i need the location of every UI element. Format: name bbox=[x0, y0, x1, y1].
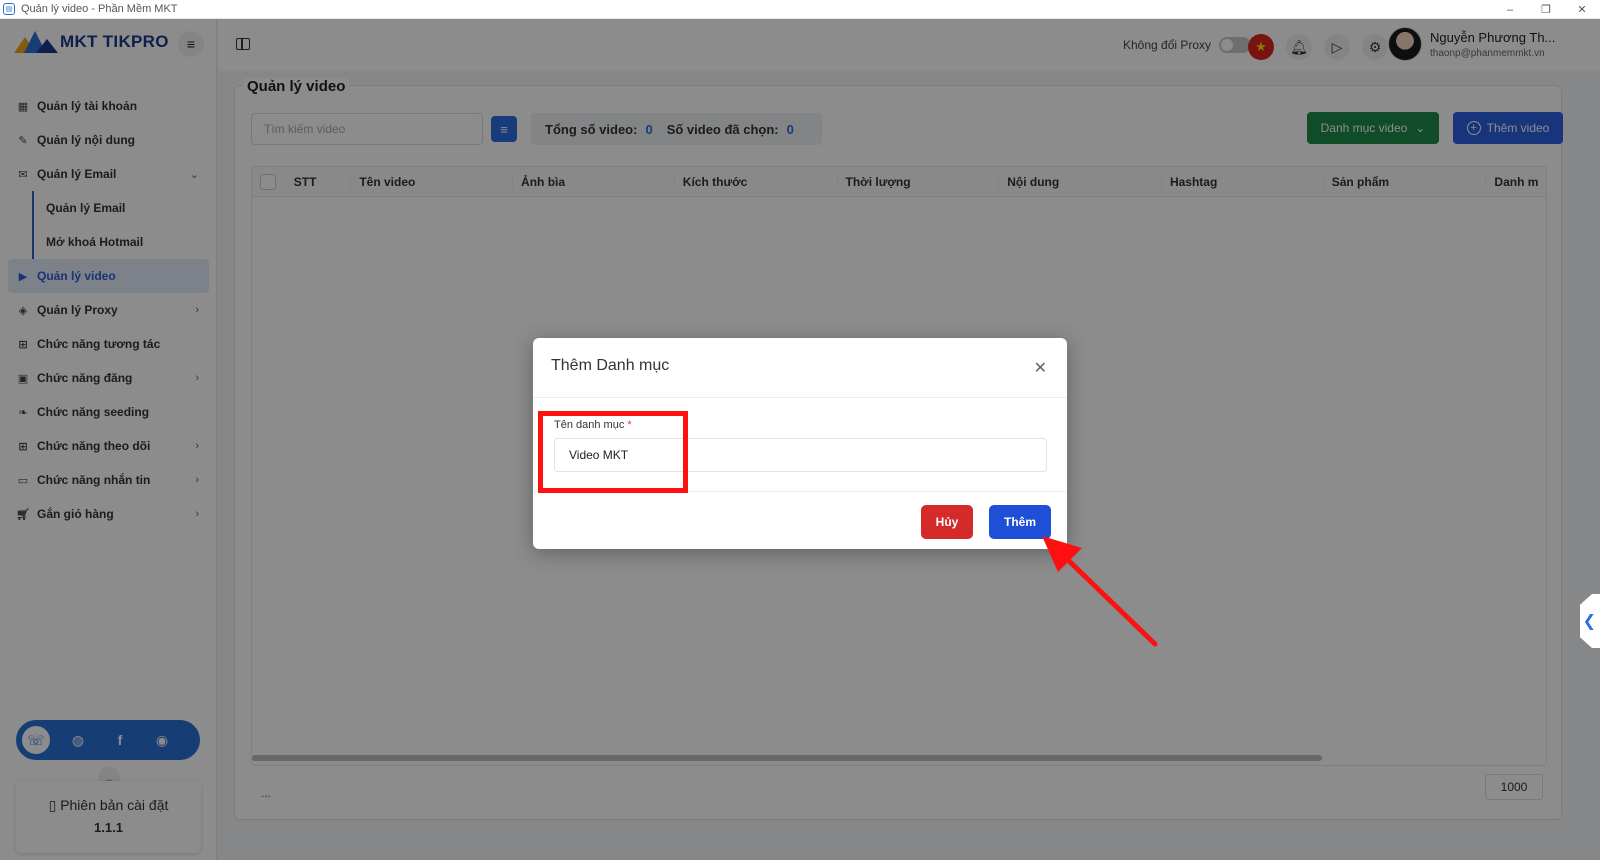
modal-title: Thêm Danh mục bbox=[551, 357, 670, 374]
app-icon: ▤ bbox=[3, 3, 15, 15]
window-controls: – ❐ ✕ bbox=[1492, 0, 1600, 19]
chevron-left-icon: ❮ bbox=[1582, 613, 1596, 630]
window-titlebar: ▤ Quản lý video - Phần Mềm MKT – ❐ ✕ bbox=[0, 0, 1600, 19]
minimize-button[interactable]: – bbox=[1492, 0, 1528, 19]
close-window-button[interactable]: ✕ bbox=[1564, 0, 1600, 19]
modal-divider bbox=[533, 397, 1067, 398]
cancel-button[interactable]: Hủy bbox=[921, 505, 973, 539]
restore-button[interactable]: ❐ bbox=[1528, 0, 1564, 19]
highlight-box bbox=[538, 411, 688, 493]
window-title: Quản lý video - Phần Mềm MKT bbox=[21, 3, 178, 15]
submit-add-button[interactable]: Thêm bbox=[989, 505, 1051, 539]
close-icon[interactable]: ✕ bbox=[1034, 358, 1047, 378]
